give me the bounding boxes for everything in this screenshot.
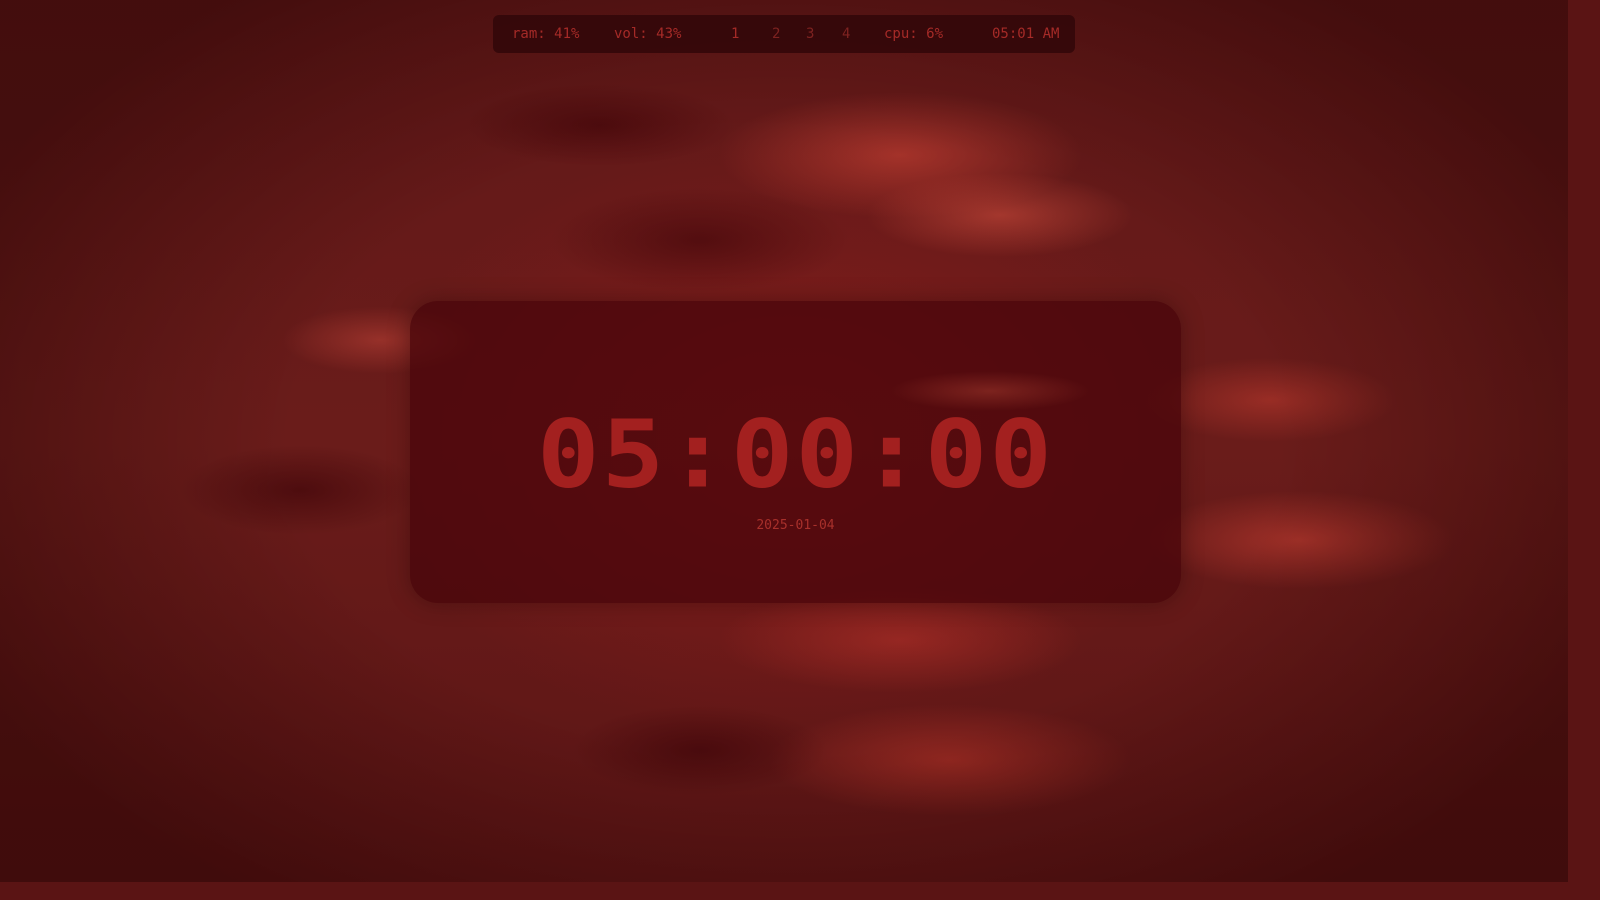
ram-indicator: ram: 41% [512,26,580,42]
workspace-3-button[interactable]: 3 [806,15,814,53]
volume-indicator[interactable]: vol: 43% [614,15,681,53]
workspace-4-button[interactable]: 4 [842,15,850,53]
desktop-wallpaper: ram: 41% vol: 43% 1 2 3 4 cpu: 6% 05:01 … [0,0,1568,882]
cpu-indicator: cpu: 6% [884,26,944,42]
statusbar-clock: 05:01 AM [992,26,1060,42]
workspace-1-button[interactable]: 1 [731,15,739,53]
status-bar: ram: 41% vol: 43% 1 2 3 4 cpu: 6% 05:01 … [493,15,1075,53]
clock-widget: 05:00:00 2025-01-04 [410,301,1181,603]
clock-date: 2025-01-04 [756,518,835,533]
clock-time: 05:00:00 [537,399,1054,509]
workspace-2-button[interactable]: 2 [772,15,780,53]
